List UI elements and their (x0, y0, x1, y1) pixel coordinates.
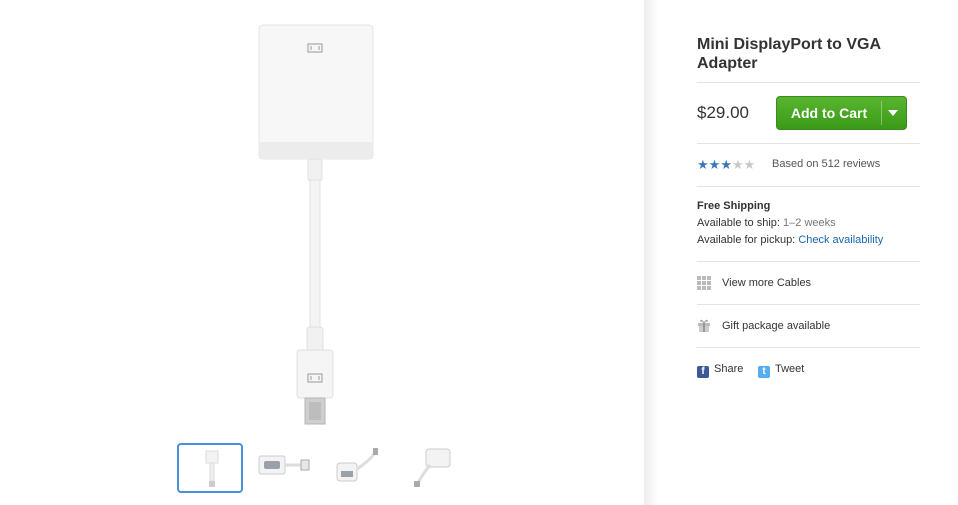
product-gallery (0, 0, 644, 505)
ship-label: Available to ship: (697, 217, 780, 229)
add-to-cart-label[interactable]: Add to Cart (777, 97, 881, 129)
star-empty-icon: ★ (743, 157, 756, 172)
grid-icon (697, 276, 711, 290)
facebook-share-button[interactable]: f Share (697, 363, 743, 378)
pickup-availability: Available for pickup: Check availability (697, 234, 883, 246)
panel-shadow (644, 0, 658, 505)
button-separator (881, 101, 882, 125)
star-filled-icon: ★ (697, 157, 709, 172)
ship-availability: Available to ship: 1–2 weeks (697, 217, 836, 229)
divider (697, 347, 920, 348)
reviews-count[interactable]: Based on 512 reviews (772, 158, 880, 170)
shipping-heading: Free Shipping (697, 200, 771, 212)
pickup-label: Available for pickup: (697, 234, 796, 246)
check-availability-link[interactable]: Check availability (798, 234, 883, 246)
divider (697, 304, 920, 305)
thumbnail-3[interactable] (329, 443, 395, 493)
divider (697, 82, 920, 83)
thumbnail-1[interactable] (177, 443, 243, 493)
star-filled-icon: ★ (720, 157, 732, 172)
add-to-cart-button[interactable]: Add to Cart (776, 96, 907, 130)
star-empty-icon: ★ (731, 157, 744, 172)
product-main-image (258, 24, 374, 425)
view-more-cables-link[interactable]: View more Cables (722, 277, 811, 289)
gift-icon (698, 319, 710, 332)
product-title: Mini DisplayPort to VGA Adapter (697, 36, 881, 72)
tweet-label: Tweet (775, 363, 805, 375)
twitter-icon: t (758, 366, 770, 378)
rating-stars[interactable]: ★★★★★ (697, 157, 755, 173)
divider (697, 186, 920, 187)
facebook-icon: f (697, 366, 709, 378)
chevron-down-icon[interactable] (888, 110, 898, 116)
share-label: Share (714, 363, 744, 375)
ship-value: 1–2 weeks (783, 217, 836, 229)
gift-package-link[interactable]: Gift package available (722, 320, 830, 332)
divider (697, 261, 920, 262)
thumbnail-2[interactable] (253, 443, 319, 493)
star-filled-icon: ★ (708, 157, 721, 172)
divider (697, 143, 920, 144)
twitter-tweet-button[interactable]: t Tweet (758, 363, 804, 378)
product-price: $29.00 (697, 103, 749, 122)
thumbnail-4[interactable] (402, 443, 468, 493)
